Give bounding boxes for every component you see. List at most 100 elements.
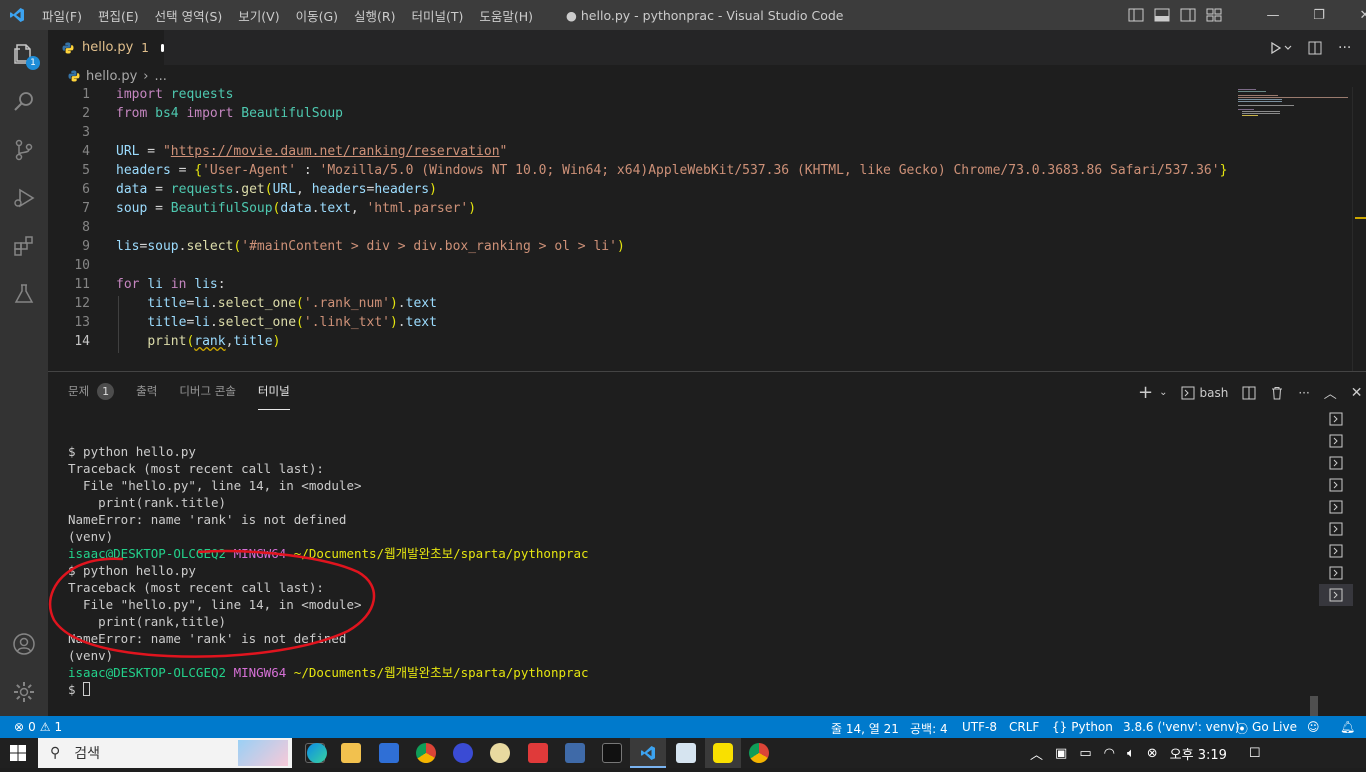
menu-edit[interactable]: 편집(E) [90, 6, 147, 25]
indent-guide [118, 296, 119, 353]
settings-gear-icon[interactable] [0, 668, 48, 716]
toggle-panel-icon[interactable] [1154, 8, 1170, 22]
taskbar-search[interactable]: ⚲ 검색 [38, 738, 292, 768]
close-window-icon[interactable]: ✕ [1342, 0, 1366, 30]
indentation[interactable]: 공백: 4 [910, 720, 948, 737]
breadcrumb-file[interactable]: hello.py [86, 69, 137, 84]
source-control-icon[interactable] [0, 126, 48, 174]
tab-problems-label: 문제 [68, 384, 90, 398]
notifications-bell-icon[interactable]: 🔔︎ [1340, 720, 1355, 734]
menu-help[interactable]: 도움말(H) [471, 6, 541, 25]
toggle-sidebar-icon[interactable] [1128, 8, 1144, 22]
python-interpreter[interactable]: 3.8.6 ('venv': venv) [1123, 720, 1240, 734]
vscode-taskbar-button[interactable] [630, 738, 666, 768]
menu-file[interactable]: 파일(F) [34, 6, 90, 25]
testing-icon[interactable] [0, 270, 48, 318]
file-explorer-icon[interactable] [341, 743, 361, 763]
app-icon[interactable] [602, 743, 622, 763]
close-panel-icon[interactable]: ✕ [1351, 385, 1363, 401]
problems-badge: 1 [97, 382, 115, 400]
chrome-icon[interactable] [749, 743, 769, 763]
windows-start-icon[interactable] [10, 745, 26, 765]
customize-layout-icon[interactable] [1206, 8, 1222, 22]
terminal-line: Traceback (most recent call last): [68, 461, 324, 476]
wifi-icon[interactable]: ◠ [1104, 746, 1115, 761]
unsaved-dot-icon[interactable] [160, 43, 164, 52]
edge-icon[interactable] [307, 743, 327, 763]
terminal-input-line[interactable]: $ [68, 681, 589, 698]
ime-icon[interactable]: ⊗ [1147, 746, 1158, 761]
code-line: soup = BeautifulSoup(data.text, 'html.pa… [116, 201, 477, 216]
terminal-scrollbar[interactable] [1310, 696, 1318, 716]
run-debug-icon[interactable] [0, 174, 48, 222]
menu-terminal[interactable]: 터미널(T) [404, 6, 472, 25]
layout-controls [1128, 0, 1222, 30]
account-icon[interactable] [0, 620, 48, 668]
notification-center-icon[interactable]: ☐ [1249, 746, 1261, 761]
terminal-instance-icon[interactable] [1319, 584, 1353, 606]
tab-output[interactable]: 출력 [136, 372, 157, 410]
chrome-icon[interactable] [416, 743, 436, 763]
breadcrumb-more[interactable]: ... [154, 69, 166, 84]
terminal-instance-icon[interactable] [1319, 540, 1353, 562]
split-editor-icon[interactable] [1308, 41, 1322, 55]
tab-problems[interactable]: 문제 1 [68, 372, 115, 410]
terminal-instance-icon[interactable] [1319, 518, 1353, 540]
more-actions-icon[interactable]: ··· [1298, 386, 1309, 400]
new-terminal-icon[interactable]: + [1138, 382, 1153, 403]
maximize-panel-icon[interactable]: ︿ [1324, 383, 1337, 402]
shell-name: bash [1199, 385, 1229, 400]
menu-go[interactable]: 이동(G) [288, 6, 346, 25]
line-number: 12 [74, 296, 90, 311]
end-of-line[interactable]: CRLF [1009, 720, 1039, 734]
error-icon: ⊗ [14, 720, 25, 734]
cursor-position[interactable]: 줄 14, 열 21 [831, 720, 899, 737]
restore-icon[interactable]: ❐ [1296, 0, 1342, 30]
terminal-instance-icon[interactable] [1319, 452, 1353, 474]
terminal-instance-icon[interactable] [1319, 474, 1353, 496]
extensions-icon[interactable] [0, 222, 48, 270]
run-python-file-icon[interactable] [1270, 41, 1292, 55]
app-icon[interactable] [528, 743, 548, 763]
code-editor[interactable]: 1 2 3 4 5 6 7 8 9 10 11 12 13 14 import … [48, 87, 1366, 371]
menu-run[interactable]: 실행(R) [346, 6, 403, 25]
trash-icon[interactable] [1270, 386, 1284, 400]
encoding[interactable]: UTF-8 [962, 720, 997, 734]
app-icon[interactable] [490, 743, 510, 763]
menu-view[interactable]: 보기(V) [230, 6, 287, 25]
problems-status[interactable]: ⊗ 0 ⚠ 1 [14, 720, 62, 734]
store-icon[interactable] [379, 743, 399, 763]
terminal-instance-icon[interactable] [1319, 408, 1353, 430]
usb-icon[interactable]: ▭ [1079, 746, 1091, 761]
split-terminal-icon[interactable] [1242, 386, 1256, 400]
go-live-button[interactable]: ⦿ Go Live [1236, 720, 1297, 737]
code-line: lis=soup.select('#mainContent > div > di… [116, 239, 625, 254]
tab-terminal[interactable]: 터미널 [257, 372, 290, 410]
menu-selection[interactable]: 선택 영역(S) [147, 6, 231, 25]
meet-now-icon[interactable]: ▣ [1055, 746, 1067, 761]
clock[interactable]: 오후 3:19 [1170, 744, 1227, 763]
python-app-icon[interactable] [676, 743, 696, 763]
chevron-up-icon[interactable]: ︿ [1030, 744, 1043, 763]
tab-debug-console[interactable]: 디버그 콘솔 [179, 372, 236, 410]
editor-scrollbar[interactable] [1352, 87, 1366, 371]
explorer-icon[interactable]: 1 [0, 30, 48, 78]
line-number: 6 [82, 182, 90, 197]
zoom-icon[interactable] [453, 743, 473, 763]
terminal-shell-selector[interactable]: bash [1181, 386, 1228, 400]
volume-icon[interactable]: 🔈︎ [1127, 746, 1135, 761]
feedback-icon[interactable]: ☺ [1307, 720, 1320, 734]
toggle-secondary-sidebar-icon[interactable] [1180, 8, 1196, 22]
app-icon[interactable] [565, 743, 585, 763]
more-actions-icon[interactable]: ··· [1338, 40, 1351, 56]
terminal-instance-icon[interactable] [1319, 496, 1353, 518]
language-mode[interactable]: {} Python [1052, 720, 1113, 734]
chevron-down-icon[interactable]: ⌄ [1159, 387, 1167, 398]
tab-hello-py[interactable]: hello.py 1 [48, 30, 164, 65]
minimap[interactable] [1232, 87, 1352, 371]
minimize-icon[interactable]: — [1250, 0, 1296, 30]
terminal-instance-icon[interactable] [1319, 562, 1353, 584]
kakaotalk-taskbar-button[interactable] [705, 738, 741, 768]
terminal-instance-icon[interactable] [1319, 430, 1353, 452]
search-icon[interactable] [0, 78, 48, 126]
